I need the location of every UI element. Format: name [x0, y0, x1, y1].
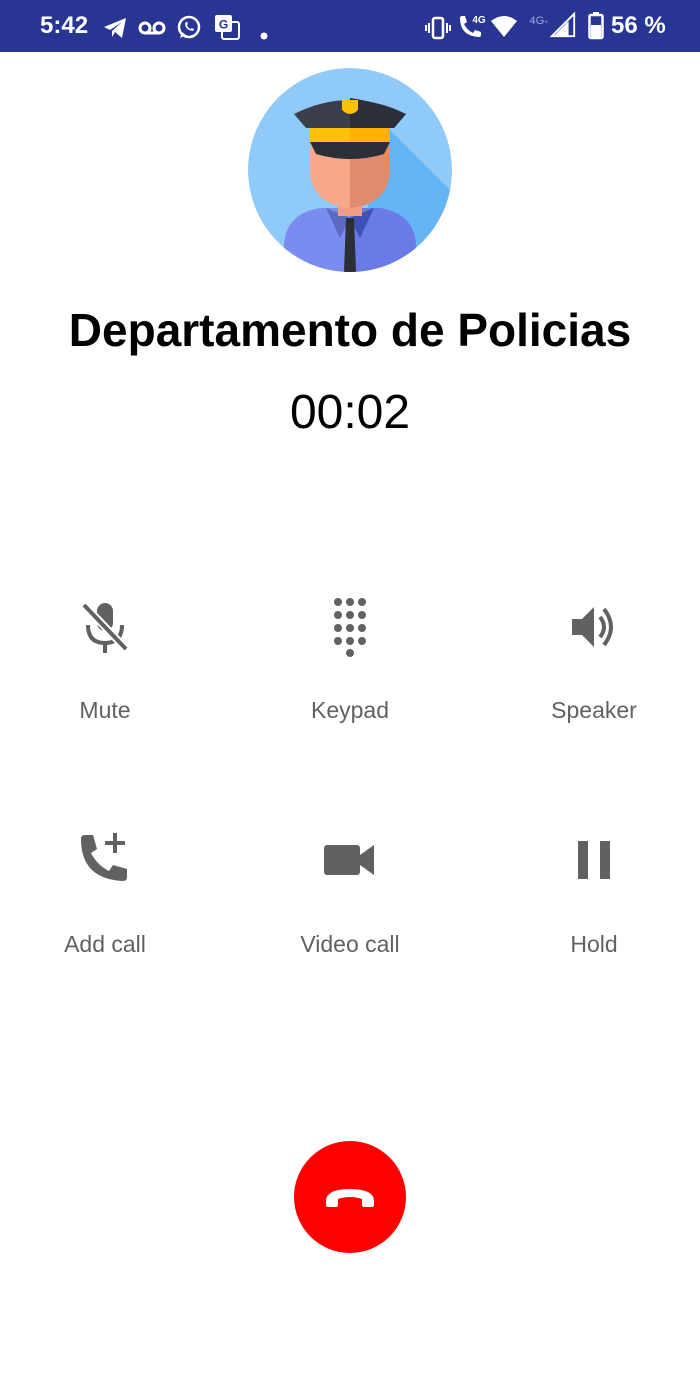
add-call-icon [81, 833, 127, 881]
hang-up-icon [326, 1189, 374, 1207]
status-bar: 5:42 G 4G 4G + 56 % [0, 0, 700, 52]
add-call-label: Add call [64, 931, 146, 957]
pause-icon [578, 841, 610, 879]
hold-label: Hold [570, 931, 618, 957]
mic-off-icon [81, 602, 129, 653]
speaker-button[interactable]: Speaker [494, 597, 694, 767]
speaker-icon [572, 607, 613, 647]
end-call-button[interactable] [294, 1141, 406, 1253]
battery-percent: 56 % [611, 12, 666, 39]
keypad-label: Keypad [310, 697, 389, 723]
wifi-icon [491, 16, 517, 37]
vibrate-icon [425, 16, 451, 40]
translate-icon: G [215, 15, 240, 40]
contact-name: Departamento de Policias [68, 304, 632, 356]
mute-label: Mute [79, 697, 131, 723]
voicemail-icon [138, 21, 166, 35]
dialpad-icon [334, 598, 366, 657]
keypad-button[interactable]: Keypad [250, 597, 450, 767]
video-camera-icon [324, 845, 374, 875]
battery-icon [588, 12, 604, 40]
mute-button[interactable]: Mute [5, 597, 205, 767]
cellular-signal-icon: 4G + [529, 11, 576, 38]
hold-button[interactable]: Hold [494, 831, 694, 1001]
video-call-label: Video call [300, 931, 400, 957]
notification-dot-icon [260, 32, 268, 40]
svg-text:G: G [219, 18, 228, 32]
video-call-button[interactable]: Video call [250, 831, 450, 1001]
svg-text:+: + [544, 19, 548, 26]
call-duration: 00:02 [289, 386, 411, 439]
svg-text:4G: 4G [529, 15, 544, 27]
contact-avatar [248, 68, 452, 272]
whatsapp-icon [177, 15, 201, 39]
volte-call-icon: 4G [460, 15, 486, 37]
telegram-icon [104, 18, 126, 38]
add-call-button[interactable]: Add call [5, 831, 205, 1001]
speaker-label: Speaker [551, 697, 637, 723]
status-time: 5:42 [40, 12, 89, 39]
svg-text:4G: 4G [472, 15, 486, 26]
